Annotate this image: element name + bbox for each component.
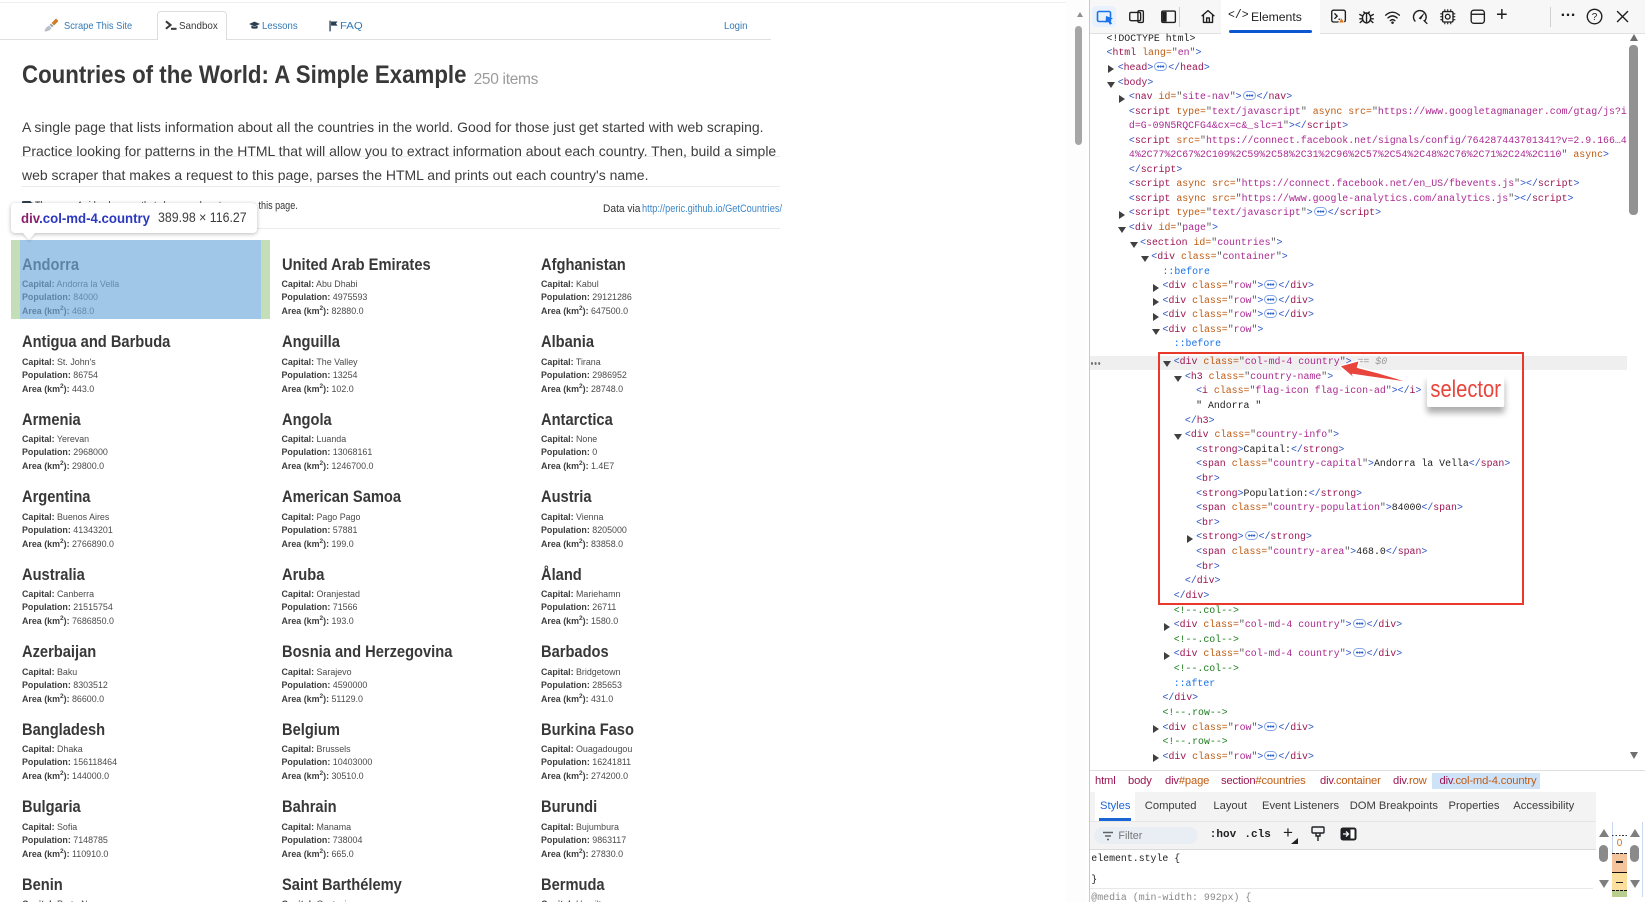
svg-text:?: ? <box>1592 12 1598 23</box>
